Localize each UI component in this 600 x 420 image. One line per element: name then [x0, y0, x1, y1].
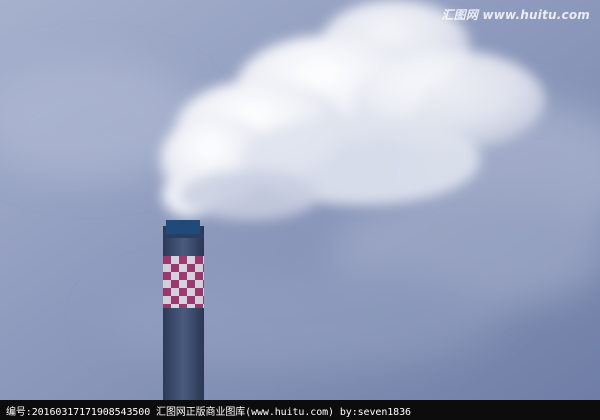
chimney	[163, 220, 204, 400]
chimney-cap	[166, 220, 200, 236]
caption-text: 编号:20160317171908543500 汇图网正版商业图库(www.hu…	[6, 406, 411, 418]
caption-bar: 编号:20160317171908543500 汇图网正版商业图库(www.hu…	[0, 400, 600, 420]
photo-frame: 汇图网 www.huitu.com 编号:2016031717190854350…	[0, 0, 600, 420]
smokestack-photo	[0, 0, 600, 400]
watermark-logo: 汇图网 www.huitu.com	[441, 8, 590, 22]
